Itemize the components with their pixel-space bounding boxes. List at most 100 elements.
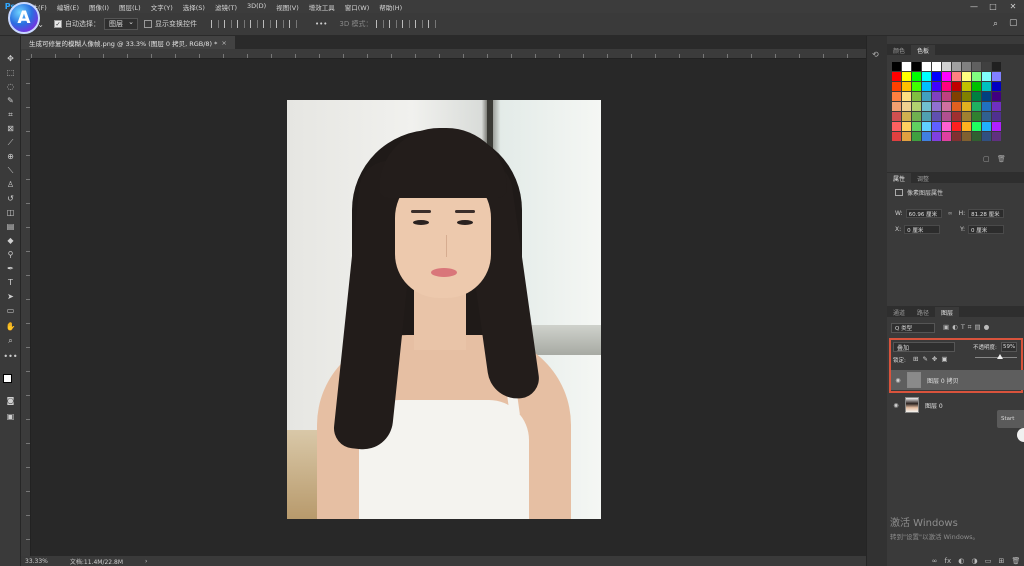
- floating-widget-icon[interactable]: [1017, 428, 1024, 442]
- color-swatch[interactable]: [982, 92, 991, 101]
- frame-tool-icon[interactable]: ⊠: [2, 122, 19, 135]
- color-swatch[interactable]: [982, 102, 991, 111]
- menu-item[interactable]: 文字(Y): [146, 2, 178, 12]
- tab-paths[interactable]: 路径: [911, 307, 935, 317]
- blend-mode-dropdown[interactable]: 叠加: [893, 342, 955, 352]
- color-swatch[interactable]: [982, 62, 991, 71]
- color-swatch[interactable]: [962, 122, 971, 131]
- color-swatch[interactable]: [912, 102, 921, 111]
- portrait-image[interactable]: [287, 100, 601, 519]
- link-icon[interactable]: ∞: [948, 210, 953, 217]
- color-swatch[interactable]: [892, 92, 901, 101]
- color-swatch[interactable]: [982, 122, 991, 131]
- layers-action-icon[interactable]: ◐: [958, 557, 964, 565]
- h-field[interactable]: 81.28 厘米: [968, 209, 1005, 218]
- layers-action-icon[interactable]: ⊞: [998, 557, 1004, 565]
- color-swatch[interactable]: [932, 122, 941, 131]
- color-swatch[interactable]: [902, 122, 911, 131]
- tab-color[interactable]: 颜色: [887, 45, 911, 55]
- history-panel-icon[interactable]: ⟲: [872, 50, 879, 59]
- color-swatch[interactable]: [932, 72, 941, 81]
- opacity-field[interactable]: 59%: [1001, 342, 1017, 352]
- color-swatch[interactable]: [902, 72, 911, 81]
- layer-name[interactable]: 图层 0: [925, 401, 943, 410]
- color-swatch[interactable]: [952, 122, 961, 131]
- menu-item[interactable]: 编辑(E): [52, 2, 84, 12]
- color-swatch[interactable]: [962, 72, 971, 81]
- color-swatch[interactable]: [972, 102, 981, 111]
- color-swatch[interactable]: [952, 102, 961, 111]
- color-swatch[interactable]: [912, 72, 921, 81]
- color-swatch[interactable]: [942, 62, 951, 71]
- color-swatch[interactable]: [902, 102, 911, 111]
- color-swatch[interactable]: [912, 122, 921, 131]
- brush-tool-icon[interactable]: ⟍: [2, 164, 19, 177]
- healing-tool-icon[interactable]: ⊕: [2, 150, 19, 163]
- zoom-level[interactable]: 33.33%: [25, 558, 48, 565]
- align-bottom-icon[interactable]: [276, 20, 284, 28]
- auto-select-dropdown[interactable]: 图层: [104, 18, 138, 30]
- layers-action-icon[interactable]: fx: [945, 557, 952, 565]
- menu-item[interactable]: 图层(L): [114, 2, 146, 12]
- color-swatch[interactable]: [922, 72, 931, 81]
- color-swatch[interactable]: [902, 62, 911, 71]
- quick-select-tool-icon[interactable]: ✎: [2, 94, 19, 107]
- stamp-tool-icon[interactable]: ♙: [2, 178, 19, 191]
- quick-mask-icon[interactable]: ◙: [2, 394, 19, 407]
- color-swatch[interactable]: [962, 62, 971, 71]
- color-swatch[interactable]: [892, 82, 901, 91]
- pen-tool-icon[interactable]: ✒: [2, 262, 19, 275]
- color-swatch[interactable]: [912, 112, 921, 121]
- color-swatch[interactable]: [962, 82, 971, 91]
- document-tab[interactable]: 生成可修复的模糊人像帧.png @ 33.3% (图层 0 拷贝, RGB/8)…: [21, 36, 235, 49]
- visibility-eye-icon[interactable]: ◉: [889, 402, 903, 409]
- zoom-tool-icon[interactable]: ⌕: [2, 334, 19, 347]
- layer-row-selected[interactable]: ◉ 图层 0 拷贝: [891, 370, 1024, 390]
- 3d-slide-icon[interactable]: [415, 20, 424, 28]
- tab-swatches[interactable]: 色板: [911, 45, 936, 55]
- status-arrow-icon[interactable]: ›: [145, 558, 147, 565]
- color-swatch[interactable]: [952, 72, 961, 81]
- color-swatch[interactable]: [982, 112, 991, 121]
- color-swatch[interactable]: [982, 72, 991, 81]
- type-tool-icon[interactable]: T: [2, 276, 19, 289]
- color-swatch[interactable]: [992, 122, 1001, 131]
- distribute-icon[interactable]: [289, 20, 297, 28]
- 3d-roll-icon[interactable]: [389, 20, 398, 28]
- path-select-tool-icon[interactable]: ➤: [2, 290, 19, 303]
- color-swatch[interactable]: [952, 62, 961, 71]
- color-swatch[interactable]: [992, 82, 1001, 91]
- menu-item[interactable]: 3D(D): [242, 2, 271, 12]
- color-swatch[interactable]: [922, 102, 931, 111]
- color-swatch[interactable]: [942, 92, 951, 101]
- new-swatch-icon[interactable]: ▢: [983, 155, 990, 163]
- color-swatch[interactable]: [942, 132, 951, 141]
- color-swatch[interactable]: [952, 82, 961, 91]
- color-swatch[interactable]: [892, 62, 901, 71]
- rectangle-tool-icon[interactable]: ▭: [2, 304, 19, 317]
- color-swatch[interactable]: [992, 92, 1001, 101]
- color-swatch[interactable]: [922, 92, 931, 101]
- color-swatch[interactable]: [902, 92, 911, 101]
- canvas-area[interactable]: [31, 59, 866, 556]
- color-swatch[interactable]: [932, 82, 941, 91]
- menu-item[interactable]: 帮助(H): [374, 2, 407, 12]
- w-field[interactable]: 60.96 厘米: [905, 209, 942, 218]
- y-field[interactable]: 0 厘米: [968, 225, 1005, 234]
- color-swatch[interactable]: [992, 102, 1001, 111]
- close-window-button[interactable]: ✕: [1006, 0, 1020, 13]
- layers-action-icon[interactable]: ▭: [985, 557, 992, 565]
- color-swatch[interactable]: [912, 62, 921, 71]
- color-swatch[interactable]: [912, 82, 921, 91]
- color-swatch[interactable]: [962, 112, 971, 121]
- color-swatch[interactable]: [892, 102, 901, 111]
- menu-item[interactable]: 选择(S): [178, 2, 210, 12]
- color-swatch[interactable]: [892, 122, 901, 131]
- auto-select-checkbox[interactable]: ✓: [54, 20, 62, 28]
- close-document-icon[interactable]: ×: [221, 39, 226, 47]
- color-swatch[interactable]: [932, 92, 941, 101]
- color-swatch[interactable]: [992, 112, 1001, 121]
- history-brush-tool-icon[interactable]: ↺: [2, 192, 19, 205]
- lock-icons[interactable]: ⊞✎✥▣: [913, 355, 951, 363]
- color-swatch[interactable]: [902, 82, 911, 91]
